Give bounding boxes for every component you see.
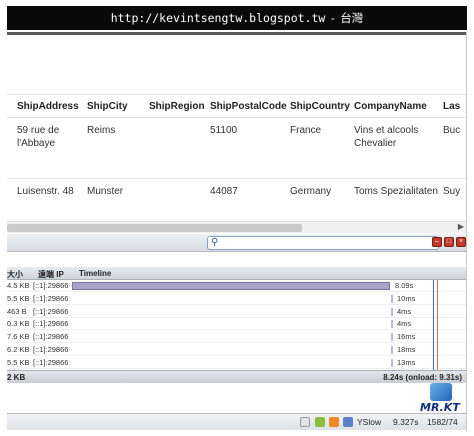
cell-company-line1: Vins et alcools: [354, 125, 419, 136]
banner-site: 台灣: [340, 11, 364, 25]
net-request-row[interactable]: 0.3 KB [::1]:29866 4ms: [7, 318, 466, 331]
col-header-shipcountry[interactable]: ShipCountry: [290, 101, 350, 112]
search-input[interactable]: ⚲: [207, 236, 439, 250]
net-size: 0.3 KB: [7, 319, 30, 329]
net-col-size[interactable]: 大小: [7, 269, 23, 280]
net-duration: 10ms: [397, 293, 416, 303]
window-min-icon[interactable]: –: [432, 237, 442, 247]
net-duration: 13ms: [397, 357, 416, 367]
cell-last: Buc: [443, 125, 461, 136]
net-col-remote-ip[interactable]: 遠端 IP: [38, 269, 64, 280]
row-divider: [7, 178, 466, 179]
scroll-right-arrow-icon[interactable]: ▶: [458, 222, 464, 231]
net-remote-ip: [::1]:29866: [33, 306, 69, 316]
net-remote-ip: [::1]:29866: [33, 281, 69, 290]
cell-address-line1: Luisenstr. 48: [17, 186, 74, 197]
net-duration: 18ms: [397, 345, 416, 354]
net-summary-row: 2 KB 8.24s (onload: 9.31s): [7, 370, 466, 383]
banner-url: http://kevintsengtw.blogspot.tw: [110, 11, 326, 25]
net-size: 4.5 KB: [7, 281, 30, 290]
logo-mark-icon: [430, 383, 452, 401]
net-timeline-bar: [391, 358, 393, 367]
horizontal-scrollbar[interactable]: ▶: [7, 221, 466, 233]
net-request-row[interactable]: 4.5 KB [::1]:29866 8.09s: [7, 280, 466, 292]
net-timeline-bar: [391, 294, 393, 303]
net-timeline-bar: [72, 282, 390, 290]
net-timeline-bar: [391, 307, 393, 316]
net-request-row[interactable]: 463 B [::1]:29866 4ms: [7, 306, 466, 318]
cell-city: Reims: [87, 125, 116, 136]
window-max-icon[interactable]: □: [444, 237, 454, 247]
cell-company-line1: Toms Spezialitaten: [354, 186, 438, 197]
net-request-row[interactable]: 5.5 KB [::1]:29866 10ms: [7, 293, 466, 305]
net-request-row[interactable]: 6.2 KB [::1]:29866 18ms: [7, 344, 466, 356]
net-duration: 4ms: [397, 319, 412, 329]
net-header-row: 大小 遠端 IP Timeline: [7, 267, 466, 280]
firebug-toolbar: ⚲ – □ ×: [7, 234, 466, 252]
window-close-icon[interactable]: ×: [456, 237, 466, 247]
net-timeline-bar: [391, 333, 393, 342]
net-duration: 16ms: [397, 332, 416, 342]
net-remote-ip: [::1]:29866: [33, 319, 69, 329]
col-header-last[interactable]: Las: [443, 101, 460, 112]
keyboard-icon[interactable]: [300, 417, 310, 427]
net-panel: 大小 遠端 IP Timeline 4.5 KB [::1]:29866 8.09s…: [7, 267, 466, 383]
net-request-row[interactable]: 5.5 KB [::1]:29866 13ms: [7, 357, 466, 369]
scrollbar-thumb[interactable]: [7, 224, 302, 232]
blog-url-banner: http://kevintsengtw.blogspot.tw - 台灣: [7, 6, 467, 30]
col-header-shipaddress[interactable]: ShipAddress: [17, 101, 79, 112]
cell-address-line2: l'Abbaye: [17, 138, 56, 149]
firebug-icon[interactable]: [329, 417, 339, 427]
yslow-label[interactable]: YSlow: [357, 417, 381, 427]
browser-status-bar: YSlow 9.327s 1582/74: [7, 413, 466, 430]
net-col-timeline[interactable]: Timeline: [79, 269, 111, 278]
right-scrollbar-edge: [466, 32, 467, 432]
addon-icon[interactable]: [315, 417, 325, 427]
cell-postal: 51100: [210, 125, 238, 136]
cell-country: Germany: [290, 186, 332, 197]
cell-country: France: [290, 125, 322, 136]
onload-line: [437, 280, 438, 370]
net-remote-ip: [::1]:29866: [33, 345, 69, 354]
net-request-row[interactable]: 7.6 KB [::1]:29866 16ms: [7, 331, 466, 344]
net-size: 5.5 KB: [7, 357, 30, 367]
cell-last: Suy: [443, 186, 461, 197]
yslow-icon[interactable]: [343, 417, 353, 427]
net-total-size: 2 KB: [7, 373, 26, 382]
orders-grid: ShipAddress ShipCity ShipRegion ShipPost…: [7, 94, 466, 224]
col-header-shippostalcode[interactable]: ShipPostalCode: [210, 101, 287, 112]
col-header-shipregion[interactable]: ShipRegion: [149, 101, 205, 112]
browser-frame-top: [7, 32, 467, 35]
net-size: 6.2 KB: [7, 345, 30, 354]
cell-company-line2: Chevalier: [354, 138, 397, 149]
net-remote-ip: [::1]:29866: [33, 332, 69, 342]
load-time: 9.327s: [393, 417, 419, 427]
cell-city: Munster: [87, 186, 124, 197]
net-timeline-bar: [391, 320, 393, 329]
net-timeline-bar: [391, 346, 393, 354]
search-icon: ⚲: [211, 237, 219, 248]
grid-header-row: ShipAddress ShipCity ShipRegion ShipPost…: [7, 94, 466, 118]
net-size: 7.6 KB: [7, 332, 30, 342]
net-duration: 4ms: [397, 306, 412, 316]
page-size: 1582/74: [427, 417, 458, 427]
net-duration: 8.09s: [395, 281, 414, 290]
banner-separator: -: [329, 11, 337, 25]
net-remote-ip: [::1]:29866: [33, 357, 69, 367]
col-header-companyname[interactable]: CompanyName: [354, 101, 427, 112]
dom-loaded-line: [433, 280, 434, 370]
net-remote-ip: [::1]:29866: [33, 293, 69, 303]
col-header-shipcity[interactable]: ShipCity: [87, 101, 128, 112]
net-size: 5.5 KB: [7, 293, 30, 303]
cell-address-line1: 59 rue de: [17, 125, 60, 136]
cell-postal: 44087: [210, 186, 238, 197]
net-total-time: 8.24s (onload: 9.31s): [383, 373, 462, 382]
net-size: 463 B: [7, 306, 27, 316]
